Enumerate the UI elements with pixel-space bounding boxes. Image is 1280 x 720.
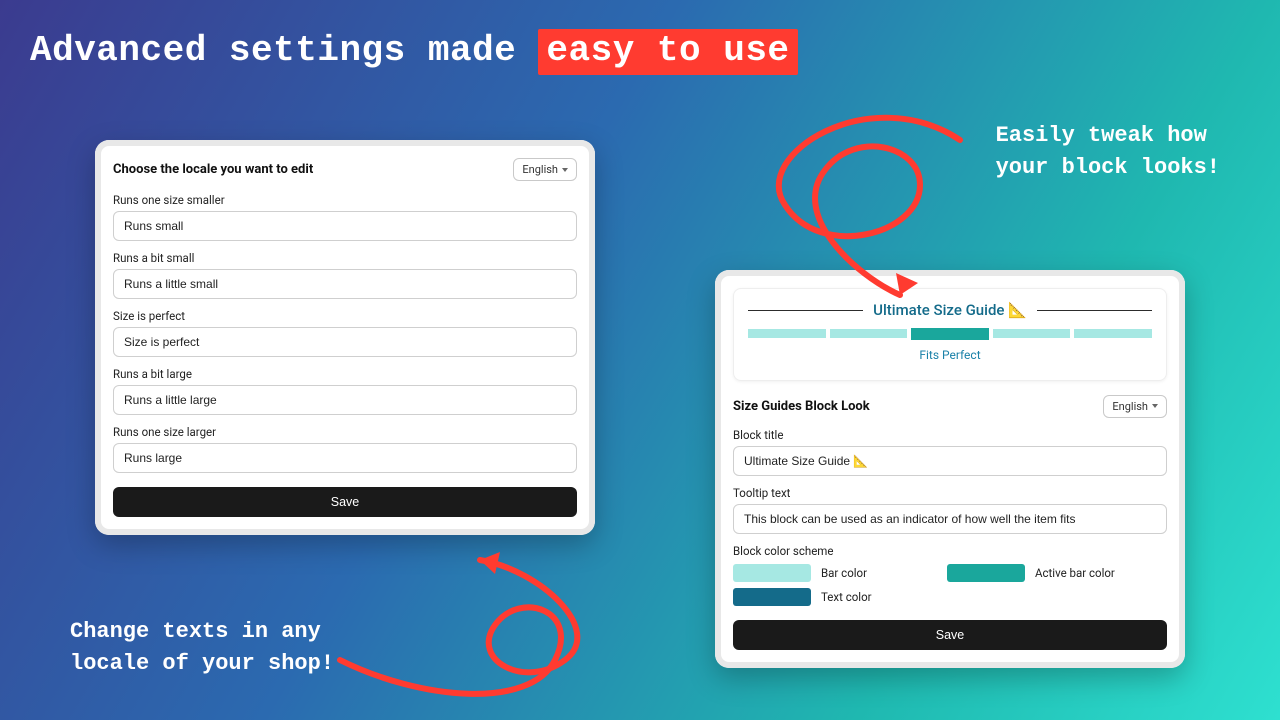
- swatch-group: Text color: [733, 588, 933, 606]
- swatch-row: Bar color Active bar color: [733, 564, 1167, 582]
- save-button[interactable]: Save: [733, 620, 1167, 650]
- text-color-swatch[interactable]: [733, 588, 811, 606]
- headline-prefix: Advanced settings made: [30, 30, 538, 71]
- locale-select-label: English: [1112, 400, 1148, 413]
- callout-top-right: Easily tweak how your block looks!: [996, 120, 1220, 184]
- panel-subheader: Size Guides Block Look English: [733, 395, 1167, 418]
- block-look-panel: Ultimate Size Guide 📐 Fits Perfect Size …: [715, 270, 1185, 668]
- rule-icon: [1037, 310, 1152, 311]
- locale-select[interactable]: English: [513, 158, 577, 181]
- fit-bar: [748, 329, 1152, 340]
- preview-title: Ultimate Size Guide 📐: [873, 301, 1027, 319]
- runs-larger-input[interactable]: [113, 443, 577, 473]
- callout-line: Change texts in any: [70, 616, 334, 648]
- fit-segment: [1074, 329, 1152, 338]
- save-button[interactable]: Save: [113, 487, 577, 517]
- block-title-input[interactable]: [733, 446, 1167, 476]
- swatch-row: Text color: [733, 588, 1167, 606]
- rule-icon: [748, 310, 863, 311]
- active-bar-color-swatch[interactable]: [947, 564, 1025, 582]
- panel-title: Choose the locale you want to edit: [113, 162, 313, 177]
- callout-line: your block looks!: [996, 152, 1220, 184]
- page-headline: Advanced settings made easy to use: [30, 30, 798, 71]
- swatch-label: Text color: [821, 590, 872, 604]
- field-label: Runs one size larger: [113, 425, 577, 439]
- swatch-label: Active bar color: [1035, 566, 1115, 580]
- field-label: Runs a bit small: [113, 251, 577, 265]
- swatch-group: Bar color: [733, 564, 933, 582]
- callout-line: locale of your shop!: [70, 648, 334, 680]
- runs-bit-large-input[interactable]: [113, 385, 577, 415]
- field-label: Runs a bit large: [113, 367, 577, 381]
- fit-segment: [993, 329, 1071, 338]
- runs-bit-small-input[interactable]: [113, 269, 577, 299]
- section-title: Size Guides Block Look: [733, 399, 870, 414]
- size-perfect-input[interactable]: [113, 327, 577, 357]
- fit-label: Fits Perfect: [748, 348, 1152, 362]
- fit-segment: [748, 329, 826, 338]
- fit-segment-active: [911, 328, 989, 340]
- preview-title-row: Ultimate Size Guide 📐: [748, 301, 1152, 319]
- bar-color-swatch[interactable]: [733, 564, 811, 582]
- field-label: Size is perfect: [113, 309, 577, 323]
- locale-texts-panel: Choose the locale you want to edit Engli…: [95, 140, 595, 535]
- chevron-down-icon: [1152, 404, 1158, 408]
- runs-smaller-input[interactable]: [113, 211, 577, 241]
- locale-select-label: English: [522, 163, 558, 176]
- field-label: Runs one size smaller: [113, 193, 577, 207]
- tooltip-text-input[interactable]: [733, 504, 1167, 534]
- field-label: Block color scheme: [733, 544, 1167, 558]
- panel-header: Choose the locale you want to edit Engli…: [113, 158, 577, 181]
- field-label: Block title: [733, 428, 1167, 442]
- chevron-down-icon: [562, 168, 568, 172]
- swatch-label: Bar color: [821, 566, 867, 580]
- field-label: Tooltip text: [733, 486, 1167, 500]
- headline-highlight: easy to use: [538, 29, 797, 75]
- arrow-icon: [330, 540, 690, 710]
- locale-select[interactable]: English: [1103, 395, 1167, 418]
- fit-segment: [830, 329, 908, 338]
- callout-bottom-left: Change texts in any locale of your shop!: [70, 616, 334, 680]
- size-guide-preview: Ultimate Size Guide 📐 Fits Perfect: [733, 288, 1167, 381]
- swatch-group: Active bar color: [947, 564, 1147, 582]
- callout-line: Easily tweak how: [996, 120, 1220, 152]
